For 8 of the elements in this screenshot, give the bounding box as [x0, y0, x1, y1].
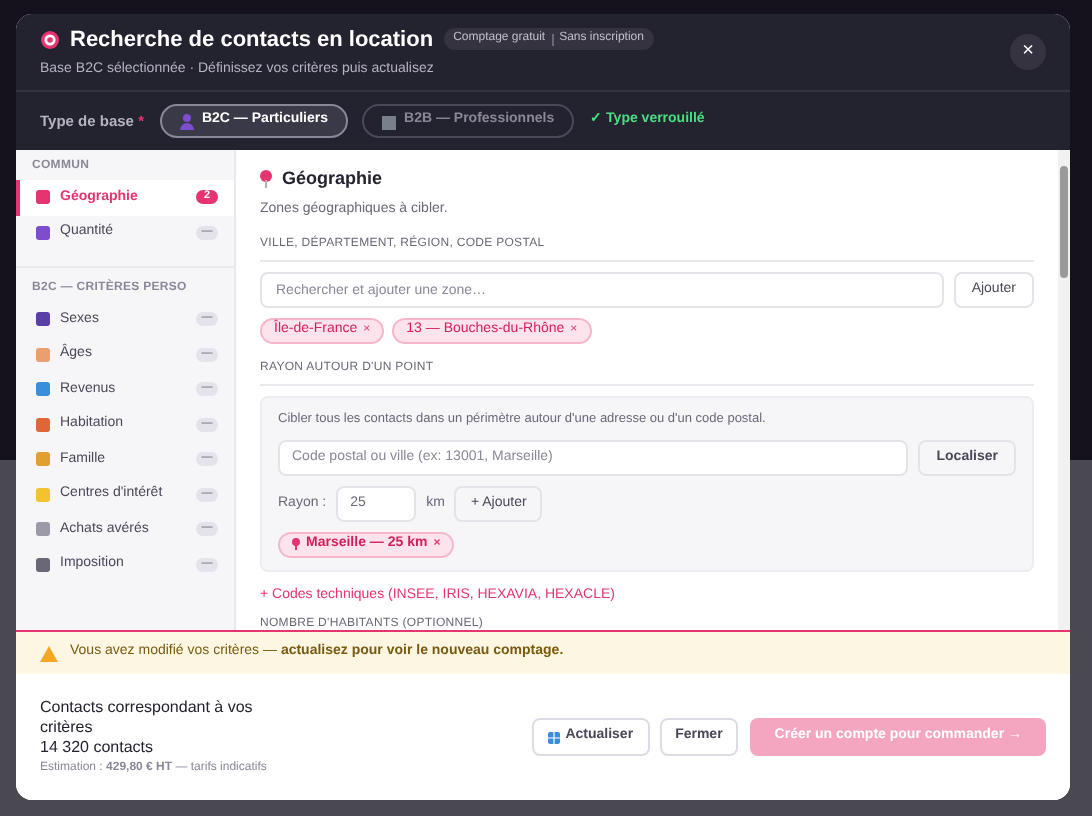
scrollbar[interactable]: [1058, 150, 1070, 630]
warning-icon: [40, 645, 58, 661]
contact-count: 14 320 contacts: [40, 737, 155, 757]
person-icon: [179, 113, 194, 129]
result-caption: Contacts correspondant à vos critères: [40, 697, 255, 737]
section-title: Géographie: [282, 166, 383, 192]
close-button[interactable]: ×: [1010, 34, 1046, 70]
dialog-title: Recherche de contacts en location: [70, 25, 434, 55]
